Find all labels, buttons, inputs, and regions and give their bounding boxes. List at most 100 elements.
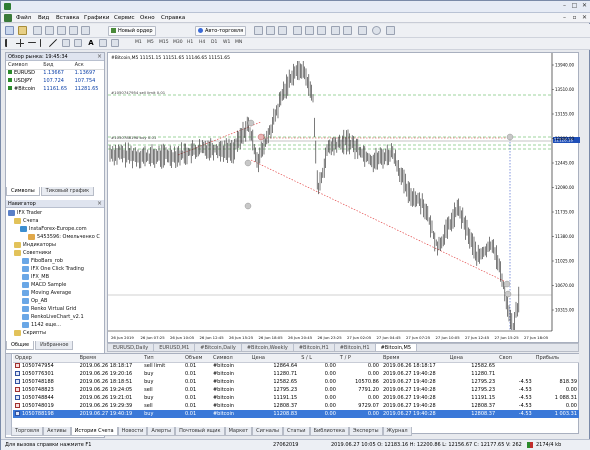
table-row[interactable]: 1050776301 2019.06.26 19:20:16 buy 0.01 #bit… <box>13 370 579 378</box>
periodicity-icon[interactable] <box>372 26 381 35</box>
nav-expert[interactable]: RenkoLiveChart_v2.1 <box>22 314 84 320</box>
column-header[interactable]: Время <box>77 354 143 363</box>
label-icon[interactable] <box>99 39 107 47</box>
cursor-icon[interactable] <box>5 39 12 47</box>
column-header[interactable]: Символ <box>6 61 42 70</box>
crosshair-icon[interactable] <box>16 39 24 47</box>
menu-tools[interactable]: Сервис <box>114 15 135 21</box>
chart-tab[interactable]: #Bitcoin,Daily <box>195 344 242 351</box>
menu-view[interactable]: Вид <box>38 15 49 21</box>
trade-marker[interactable] <box>504 290 512 298</box>
chart-tab-active[interactable]: #Bitcoin,M5 <box>375 344 418 351</box>
nav-expert[interactable]: MACD Sample <box>22 282 66 288</box>
table-row[interactable]: 1050748019 2019.06.26 19:29:39 sell 0.01 #bi… <box>13 402 579 410</box>
new-order-button[interactable]: Новый ордер <box>108 26 156 36</box>
chart-canvas[interactable]: #Bitcoin,M5 11151.15 11151.65 11146.65 1… <box>108 53 580 344</box>
nav-root[interactable]: IFX Trader <box>8 210 42 216</box>
trendline-icon[interactable] <box>49 39 57 47</box>
data-window-icon[interactable] <box>45 26 54 35</box>
timeframe-mn[interactable]: MN <box>235 40 242 45</box>
horizontal-line-icon[interactable] <box>40 39 41 47</box>
menu-window[interactable]: Окно <box>140 15 155 21</box>
child-close-icon[interactable]: ✕ <box>580 14 589 22</box>
column-header[interactable]: Цена <box>447 354 498 363</box>
tab-tick-chart[interactable]: Тиковый график <box>40 187 95 196</box>
chart-tab[interactable]: #Bitcoin,H1 <box>335 344 376 351</box>
menu-insert[interactable]: Вставка <box>56 15 79 21</box>
column-header[interactable]: Символ <box>210 354 250 363</box>
nav-more[interactable]: 1142 еще... <box>22 322 61 328</box>
indicators-icon[interactable] <box>358 26 367 35</box>
profiles-icon[interactable] <box>18 26 27 35</box>
terminal-tab[interactable]: Сигналы <box>252 427 283 436</box>
trade-marker[interactable] <box>244 159 252 167</box>
column-header[interactable]: Прибыль <box>533 354 579 363</box>
fibonacci-icon[interactable] <box>74 39 82 47</box>
close-icon[interactable]: × <box>97 200 102 207</box>
chart-tab[interactable]: #Bitcoin,Weekly <box>242 344 294 351</box>
timeframe-w1[interactable]: W1 <box>223 40 230 45</box>
terminal-tab[interactable]: Торговля <box>11 427 44 436</box>
tab-symbols[interactable]: Символы <box>6 187 40 196</box>
trade-marker[interactable] <box>247 119 255 127</box>
minimize-icon[interactable]: – <box>560 2 569 10</box>
autoscroll-icon[interactable] <box>331 26 340 35</box>
timeframe-h4[interactable]: H4 <box>199 40 205 45</box>
tile-windows-icon[interactable] <box>317 26 326 35</box>
channel-icon[interactable] <box>62 39 70 47</box>
column-header[interactable]: Ордер <box>13 354 78 363</box>
menu-help[interactable]: Справка <box>161 15 185 21</box>
terminal-tab[interactable]: Алерты <box>147 427 176 436</box>
nav-expert[interactable]: Renko Virtual Grid <box>22 306 76 312</box>
new-chart-icon[interactable] <box>5 26 14 35</box>
column-header[interactable]: T / P <box>337 354 381 363</box>
nav-expert[interactable]: FiboBars_rob <box>22 258 63 264</box>
terminal-tab[interactable]: История Счета <box>70 427 118 436</box>
terminal-tab[interactable]: Новости <box>117 427 148 436</box>
nav-expert[interactable]: Op_AB <box>22 298 47 304</box>
terminal-tab[interactable]: Журнал <box>382 427 412 436</box>
terminal-side-handle[interactable] <box>6 354 12 435</box>
terminal-tab[interactable]: Маркет <box>224 427 253 436</box>
column-header[interactable]: Время <box>380 354 448 363</box>
profile-name[interactable]: 27062019 <box>273 442 298 448</box>
trade-marker[interactable] <box>506 133 514 141</box>
trade-marker[interactable] <box>257 133 265 141</box>
table-row[interactable]: 1050748844 2019.06.26 19:21:01 buy 0.01 #bit… <box>13 394 579 402</box>
strategy-tester-icon[interactable] <box>81 26 90 35</box>
templates-icon[interactable] <box>386 26 395 35</box>
zoom-in-icon[interactable] <box>293 26 302 35</box>
trade-marker[interactable] <box>503 280 511 288</box>
vertical-line-icon[interactable] <box>28 42 36 43</box>
column-header[interactable]: Аск <box>72 61 104 70</box>
table-row[interactable]: 1050748823 2019.06.26 19:24:05 sell 0.01 #bi… <box>13 386 579 394</box>
child-restore-icon[interactable]: ▫ <box>570 14 579 22</box>
bar-chart-icon[interactable] <box>254 26 263 35</box>
candlesticks-icon[interactable] <box>266 26 275 35</box>
close-icon[interactable]: × <box>97 53 102 60</box>
column-header[interactable]: Бид <box>41 61 73 70</box>
table-row[interactable]: 1050748188 2019.06.26 18:18:51 buy 0.01 #bit… <box>13 378 579 386</box>
timeframe-m5[interactable]: M5 <box>147 40 154 45</box>
terminal-tab[interactable]: Активы <box>43 427 71 436</box>
auto-trading-button[interactable]: Авто-торговля <box>195 26 247 36</box>
nav-experts[interactable]: Советники <box>14 250 51 256</box>
timeframe-d1[interactable]: D1 <box>211 40 217 45</box>
chart-shift-icon[interactable] <box>343 26 352 35</box>
column-header[interactable]: Цена <box>249 354 300 363</box>
nav-scripts[interactable]: Скрипты <box>14 330 46 336</box>
timeframe-m1[interactable]: M1 <box>135 40 142 45</box>
timeframe-m30[interactable]: M30 <box>173 40 183 45</box>
maximize-icon[interactable]: □ <box>570 2 579 10</box>
zoom-out-icon[interactable] <box>305 26 314 35</box>
column-header[interactable]: Объем <box>183 354 211 363</box>
table-row[interactable]: USDJPY 107.724 107.754 <box>6 77 104 85</box>
menu-charts[interactable]: Графики <box>84 15 109 21</box>
price-chart[interactable]: #Bitcoin,M5 11151.15 11151.65 11146.65 1… <box>107 52 580 344</box>
terminal-tab[interactable]: Эксперты <box>348 427 383 436</box>
menu-file[interactable]: Файл <box>16 15 31 21</box>
chart-tab[interactable]: EURUSD,Daily <box>108 344 155 351</box>
table-row[interactable]: #Bitcoin 11161.65 11281.65 <box>6 85 104 93</box>
table-row[interactable]: EURUSD 1.13667 1.13697 <box>6 69 104 77</box>
table-row[interactable]: 1050747954 2019.06.26 18:18:17 sell limit 0… <box>13 362 579 370</box>
